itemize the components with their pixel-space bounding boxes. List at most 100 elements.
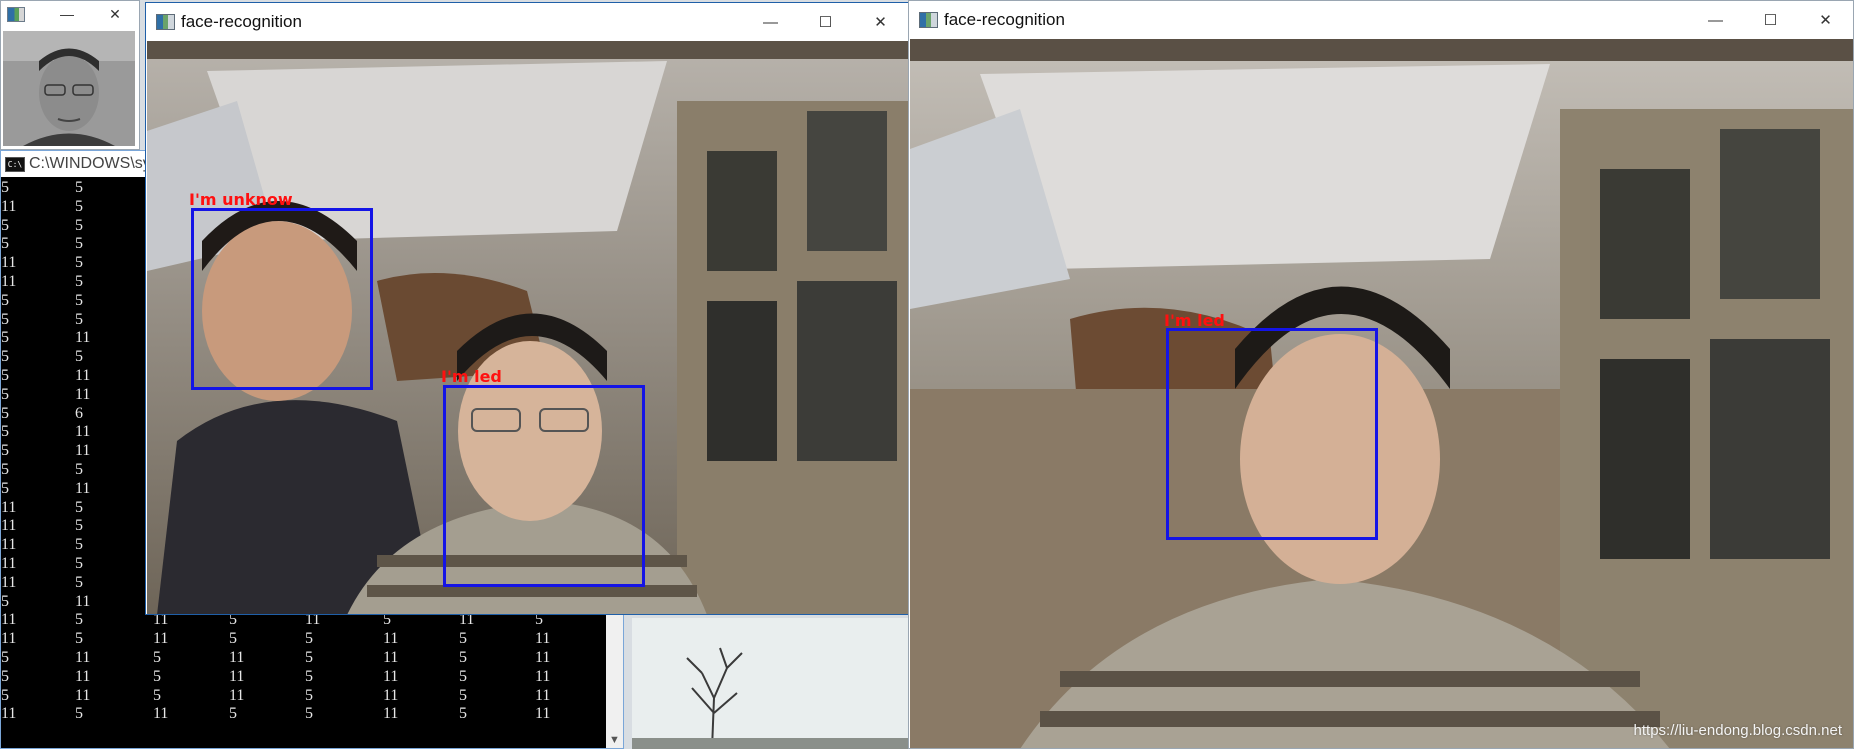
- console-value: 5: [75, 272, 83, 290]
- window-title: face-recognition: [181, 12, 302, 31]
- console-title: C:\WINDOWS\sys: [29, 155, 159, 172]
- console-value: 5: [1, 310, 9, 328]
- console-value: 5: [75, 310, 83, 328]
- app-icon: [7, 7, 25, 22]
- close-button[interactable]: ✕: [1798, 1, 1853, 39]
- console-value: 5: [1, 667, 9, 685]
- console-value: 5: [1, 329, 9, 347]
- face-detection-box: [443, 385, 645, 587]
- console-value: 5: [75, 254, 83, 272]
- console-value: 11: [383, 630, 399, 648]
- console-icon: C:\: [5, 156, 25, 172]
- webcam-feed: I'm led https://liu-endong.blog.csdn.net: [910, 39, 1853, 748]
- window-titlebar: face-recognition — ☐ ✕: [909, 1, 1853, 39]
- console-value: 5: [459, 648, 467, 666]
- close-button[interactable]: ✕: [91, 1, 139, 27]
- console-row: 11 5 11 5 5 11 5 11: [1, 630, 621, 649]
- console-value: 5: [1, 404, 9, 422]
- minimize-button[interactable]: —: [43, 1, 91, 27]
- console-value: 11: [153, 705, 169, 723]
- console-value: 11: [535, 630, 551, 648]
- console-value: 11: [75, 592, 91, 610]
- console-value: 5: [1, 348, 9, 366]
- webcam-frame-image: [910, 39, 1853, 748]
- console-value: 11: [75, 423, 91, 441]
- minimize-button[interactable]: —: [743, 3, 798, 41]
- face-recognition-window-right: face-recognition — ☐ ✕ I'm led https://l…: [908, 0, 1854, 749]
- console-value: 11: [1, 554, 17, 572]
- desktop-tree-image: [632, 618, 922, 749]
- console-value: 5: [75, 460, 83, 478]
- console-value: 5: [305, 705, 313, 723]
- console-value: 5: [1, 460, 9, 478]
- console-value: 11: [75, 667, 91, 685]
- console-value: 11: [535, 705, 551, 723]
- close-button[interactable]: ✕: [853, 3, 908, 41]
- console-value: 5: [305, 630, 313, 648]
- console-value: 5: [305, 686, 313, 704]
- console-value: 5: [1, 366, 9, 384]
- console-value: 11: [383, 667, 399, 685]
- console-value: 11: [1, 272, 17, 290]
- console-row: 11 5 11 5 5 11 5 11: [1, 705, 621, 724]
- console-value: 11: [1, 573, 17, 591]
- console-value: 11: [1, 705, 17, 723]
- console-value: 5: [75, 536, 83, 554]
- console-value: 5: [1, 592, 9, 610]
- face-detection-box: [1166, 328, 1378, 540]
- face-label: I'm led: [441, 367, 502, 386]
- window-app-icon: [156, 14, 175, 30]
- face-label: I'm unknow: [189, 190, 293, 209]
- console-value: 11: [535, 648, 551, 666]
- console-value: 5: [75, 611, 83, 629]
- console-row: 5 11 5 11 5 11 5 11: [1, 649, 621, 668]
- console-value: 5: [1, 179, 9, 196]
- console-value: 5: [229, 630, 237, 648]
- console-value: 5: [1, 235, 9, 253]
- console-value: 11: [75, 329, 91, 347]
- console-value: 5: [153, 667, 161, 685]
- console-value: 11: [383, 648, 399, 666]
- window-title: face-recognition: [944, 10, 1065, 29]
- console-value: 5: [305, 648, 313, 666]
- console-value: 11: [1, 254, 17, 272]
- console-value: 5: [75, 348, 83, 366]
- minimize-button[interactable]: —: [1688, 1, 1743, 39]
- console-value: 5: [153, 686, 161, 704]
- console-value: 11: [1, 630, 17, 648]
- console-value: 5: [75, 216, 83, 234]
- maximize-button[interactable]: ☐: [798, 3, 853, 41]
- console-value: 11: [75, 648, 91, 666]
- console-value: 5: [1, 442, 9, 460]
- webcam-feed: I'm unknow I'm led: [147, 41, 908, 614]
- console-value: 5: [153, 648, 161, 666]
- console-value: 5: [459, 686, 467, 704]
- face-detection-box: [191, 208, 373, 390]
- console-value: 5: [75, 179, 83, 196]
- console-value: 5: [459, 667, 467, 685]
- console-value: 11: [1, 197, 17, 215]
- face-label: I'm led: [1164, 311, 1225, 330]
- console-value: 5: [75, 705, 83, 723]
- console-value: 11: [535, 686, 551, 704]
- console-value: 5: [75, 498, 83, 516]
- watermark: https://liu-endong.blog.csdn.net: [1633, 722, 1842, 739]
- scroll-down-icon[interactable]: ▼: [609, 734, 620, 746]
- console-value: 5: [75, 573, 83, 591]
- console-value: 5: [459, 630, 467, 648]
- console-row: 5 11 5 11 5 11 5 11: [1, 687, 621, 706]
- console-value: 11: [229, 667, 245, 685]
- console-value: 5: [75, 197, 83, 215]
- maximize-button[interactable]: ☐: [1743, 1, 1798, 39]
- console-value: 5: [1, 216, 9, 234]
- console-value: 5: [75, 235, 83, 253]
- console-value: 11: [75, 686, 91, 704]
- small-image-window: — ✕: [0, 0, 140, 150]
- console-row: 5 11 5 11 5 11 5 11: [1, 668, 621, 687]
- console-value: 11: [229, 648, 245, 666]
- console-value: 11: [229, 686, 245, 704]
- console-value: 11: [1, 536, 17, 554]
- console-value: 11: [1, 498, 17, 516]
- face-recognition-window-left: face-recognition — ☐ ✕ I'm unknow I'm le…: [145, 2, 909, 615]
- console-value: 5: [75, 517, 83, 535]
